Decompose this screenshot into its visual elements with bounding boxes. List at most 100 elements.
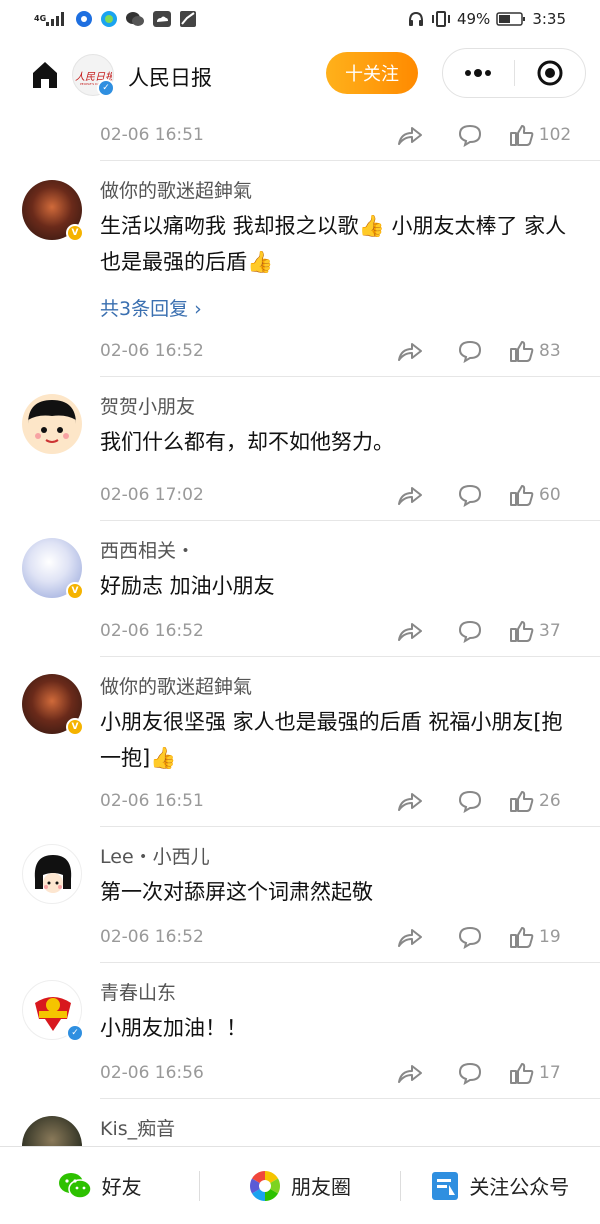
reply-button[interactable] xyxy=(440,1061,500,1085)
mini-app-icon xyxy=(75,10,93,28)
close-button[interactable] xyxy=(515,49,586,97)
view-replies-link[interactable]: 共3条回复 › xyxy=(100,294,202,321)
home-icon xyxy=(33,62,57,88)
user-name[interactable]: 西西相关・ xyxy=(100,536,195,563)
user-avatar[interactable] xyxy=(22,844,82,904)
divider xyxy=(100,376,600,377)
like-button[interactable]: 60 xyxy=(500,483,580,507)
user-avatar[interactable]: V xyxy=(22,674,84,736)
comment-icon xyxy=(457,339,483,363)
verified-badge-icon: V xyxy=(66,718,84,736)
gallery-icon xyxy=(179,10,197,28)
share-button[interactable] xyxy=(380,925,440,949)
share-to-moments-button[interactable]: 朋友圈 xyxy=(200,1170,399,1202)
user-avatar[interactable]: V xyxy=(22,538,84,600)
share-button[interactable] xyxy=(380,123,440,147)
share-button[interactable] xyxy=(380,339,440,363)
like-count: 26 xyxy=(539,791,561,811)
verified-badge-icon: V xyxy=(66,582,84,600)
like-count: 37 xyxy=(539,621,561,641)
share-icon xyxy=(396,925,424,949)
comment-icon xyxy=(457,1061,483,1085)
friends-label: 好友 xyxy=(101,1175,142,1199)
share-icon xyxy=(396,483,424,507)
user-avatar[interactable] xyxy=(22,394,82,454)
wechat-icon xyxy=(125,10,145,28)
comment-icon xyxy=(457,123,483,147)
more-button[interactable] xyxy=(443,49,514,97)
user-name[interactable]: 贺贺小朋友 xyxy=(100,392,195,419)
comment-item: V 做你的歌迷超鉮氣 小朋友很坚强 家人也是最强的后盾 祝福小朋友[抱一抱]👍 … xyxy=(0,658,600,828)
share-icon xyxy=(396,339,424,363)
reply-button[interactable] xyxy=(440,619,500,643)
comment-item: ✓ 青春山东 小朋友加油！！ 02-06 16:56 17 xyxy=(0,964,600,1100)
like-button[interactable]: 102 xyxy=(500,123,580,147)
battery-icon xyxy=(496,11,526,27)
share-button[interactable] xyxy=(380,619,440,643)
comment-icon xyxy=(457,483,483,507)
moments-label: 朋友圈 xyxy=(290,1175,351,1199)
share-button[interactable] xyxy=(380,789,440,813)
reply-button[interactable] xyxy=(440,925,500,949)
user-name[interactable]: 青春山东 xyxy=(100,978,176,1005)
user-avatar[interactable]: V xyxy=(22,180,84,242)
reply-button[interactable] xyxy=(440,339,500,363)
divider xyxy=(100,656,600,657)
comment-item: Kis_痴音 xyxy=(0,1100,600,1146)
like-count: 83 xyxy=(539,341,561,361)
follow-official-account-button[interactable]: 关注公众号 xyxy=(401,1171,600,1201)
comment-meta: 02-06 16:51 26 xyxy=(100,786,580,816)
divider xyxy=(100,826,600,827)
comment-item: 02-06 16:51 102 xyxy=(0,120,600,162)
comment-time: 02-06 16:52 xyxy=(100,621,204,641)
share-button[interactable] xyxy=(380,483,440,507)
brand-avatar[interactable]: 人民日报 PEOPLE'S DAILY ✓ xyxy=(72,54,115,97)
reply-button[interactable] xyxy=(440,123,500,147)
share-icon xyxy=(396,1061,424,1085)
thumbs-up-icon xyxy=(509,1061,535,1085)
divider xyxy=(100,160,600,161)
share-button[interactable] xyxy=(380,1061,440,1085)
clock: 3:35 xyxy=(532,10,566,28)
comment-item: V 做你的歌迷超鉮氣 生活以痛吻我 我却报之以歌👍 小朋友太棒了 家人也是最强的… xyxy=(0,162,600,378)
like-button[interactable]: 26 xyxy=(500,789,580,813)
like-button[interactable]: 19 xyxy=(500,925,580,949)
comment-time: 02-06 16:51 xyxy=(100,125,204,145)
app-header: 人民日报 PEOPLE'S DAILY ✓ 人民日报 十关注 xyxy=(0,42,600,108)
vibrate-icon xyxy=(431,10,451,28)
like-count: 60 xyxy=(539,485,561,505)
comment-text: 小朋友很坚强 家人也是最强的后盾 祝福小朋友[抱一抱]👍 xyxy=(100,710,563,770)
mini-program-capsule xyxy=(442,48,586,98)
comment-meta: 02-06 16:52 83 xyxy=(100,336,580,366)
user-name[interactable]: Lee・小西儿 xyxy=(100,842,210,869)
user-name[interactable]: Kis_痴音 xyxy=(100,1114,175,1141)
comment-item: 贺贺小朋友 我们什么都有，却不如他努力。 02-06 17:02 60 xyxy=(0,378,600,522)
reply-button[interactable] xyxy=(440,789,500,813)
like-button[interactable]: 83 xyxy=(500,339,580,363)
user-avatar[interactable]: ✓ xyxy=(22,980,84,1042)
moments-icon xyxy=(249,1170,280,1201)
like-count: 102 xyxy=(538,125,572,145)
signal-icon: 4G xyxy=(34,12,68,26)
follow-button[interactable]: 十关注 xyxy=(326,52,418,94)
comment-time: 02-06 16:51 xyxy=(100,791,204,811)
like-button[interactable]: 17 xyxy=(500,1061,580,1085)
user-name[interactable]: 做你的歌迷超鉮氣 xyxy=(100,672,252,699)
thumbs-up-icon xyxy=(509,483,535,507)
like-button[interactable]: 37 xyxy=(500,619,580,643)
share-to-friends-button[interactable]: 好友 xyxy=(0,1171,199,1201)
thumbs-up-icon xyxy=(509,619,535,643)
user-name[interactable]: 做你的歌迷超鉮氣 xyxy=(100,176,252,203)
comment-icon xyxy=(457,619,483,643)
divider xyxy=(100,1098,600,1099)
share-icon xyxy=(396,123,424,147)
user-avatar[interactable] xyxy=(22,1116,82,1146)
comment-text: 好励志 加油小朋友 xyxy=(100,574,275,598)
wechat-icon xyxy=(58,1172,92,1199)
comment-text: 生活以痛吻我 我却报之以歌👍 小朋友太棒了 家人也是最强的后盾👍 xyxy=(100,214,567,274)
more-dots-icon xyxy=(465,69,492,77)
reply-button[interactable] xyxy=(440,483,500,507)
home-button[interactable] xyxy=(28,58,62,92)
official-account-icon xyxy=(432,1171,459,1200)
account-title[interactable]: 人民日报 xyxy=(128,62,212,92)
